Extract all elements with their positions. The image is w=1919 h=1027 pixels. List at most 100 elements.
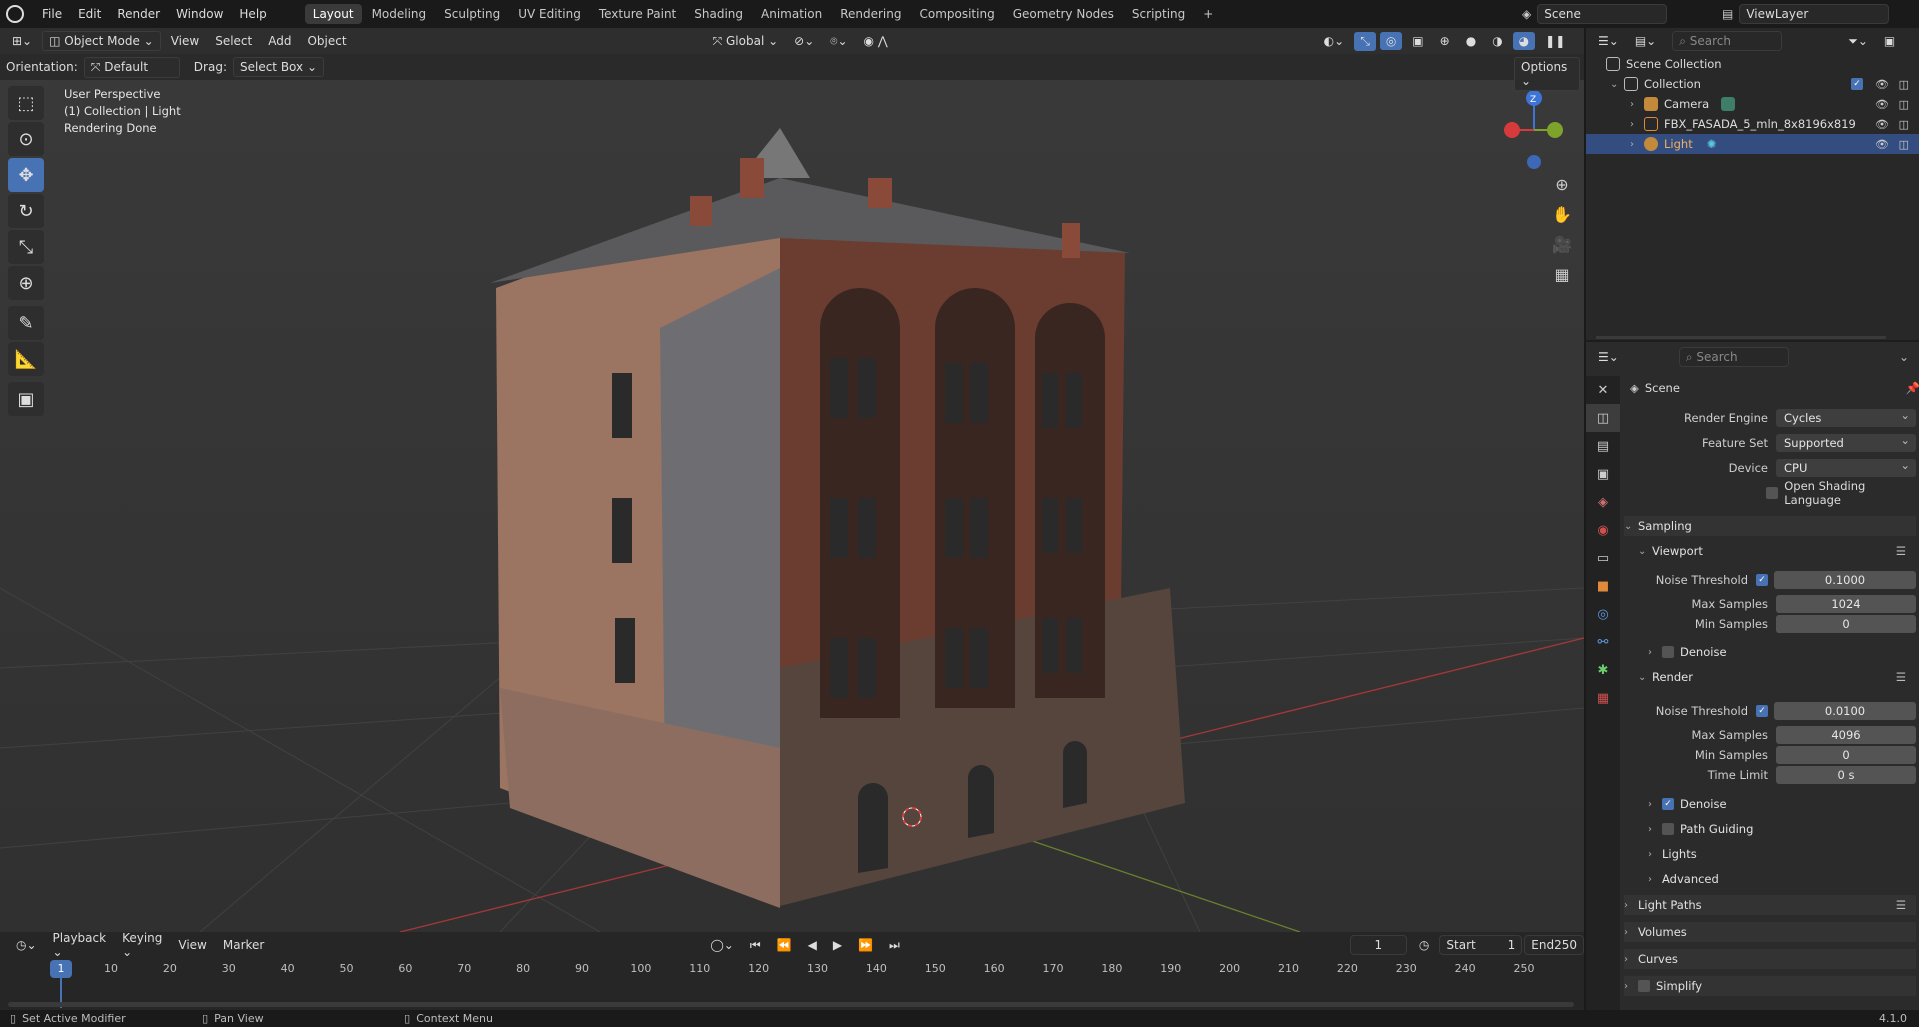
render-engine-dropdown[interactable]: Cycles — [1776, 406, 1916, 427]
shading-rendered-icon[interactable]: ◕ — [1512, 32, 1536, 50]
properties-editor-type-icon[interactable]: ☰⌄ — [1592, 348, 1625, 366]
exclude-checkbox[interactable]: ✓ — [1851, 78, 1863, 90]
advanced-subpanel-header[interactable]: › Advanced — [1648, 869, 1916, 889]
3d-viewport[interactable]: Z ⊞⌄ ◫ Object Mode ⌄ View Select Add Obj… — [0, 28, 1584, 932]
physics-tab-icon[interactable]: ◎ — [1586, 600, 1620, 628]
marker-menu[interactable]: Marker — [217, 936, 270, 954]
expand-chevron-icon[interactable]: › — [1630, 119, 1644, 130]
object-data-tab-icon[interactable]: ✱ — [1586, 656, 1620, 684]
outliner-scrollbar[interactable] — [1596, 336, 1886, 339]
viewport-denoise-checkbox[interactable] — [1662, 646, 1674, 658]
visibility-eye-icon[interactable]: 👁 — [1875, 138, 1889, 151]
visibility-eye-icon[interactable]: 👁 — [1875, 118, 1889, 131]
play-reverse-icon[interactable]: ◀ — [802, 936, 823, 954]
keying-menu[interactable]: Keying ⌄ — [116, 929, 168, 961]
render-denoise-header[interactable]: › ✓ Denoise — [1648, 794, 1916, 814]
measure-tool[interactable]: 📐 — [8, 342, 44, 376]
presets-list-icon[interactable]: ☰ — [1896, 544, 1906, 558]
scene-tab-icon[interactable]: ◈ — [1586, 488, 1620, 516]
blender-logo-icon[interactable] — [6, 5, 24, 23]
path-guiding-header[interactable]: › Path Guiding — [1648, 819, 1916, 839]
menu-window[interactable]: Window — [168, 0, 231, 28]
menu-add[interactable]: Add — [262, 32, 297, 50]
expand-chevron-icon[interactable]: › — [1630, 139, 1644, 150]
gizmo-toggle-icon[interactable]: ⤡ — [1354, 31, 1376, 51]
render-camera-icon[interactable]: ◫ — [1899, 118, 1909, 131]
menu-render[interactable]: Render — [109, 0, 168, 28]
tab-modeling[interactable]: Modeling — [364, 4, 435, 24]
collection-row[interactable]: ⌄ Collection ✓ 👁 ◫ — [1586, 74, 1919, 94]
editor-type-icon[interactable]: ⊞⌄ — [6, 32, 38, 50]
render-noise-checkbox[interactable]: ✓ — [1756, 705, 1768, 717]
overlay-toggle-icon[interactable]: ◎ — [1379, 32, 1403, 50]
pause-render-icon[interactable]: ❚❚ — [1539, 32, 1571, 50]
outliner-item-light[interactable]: › Light ✺ 👁 ◫ — [1586, 134, 1919, 154]
outliner-editor-type-icon[interactable]: ☰⌄ — [1592, 32, 1625, 50]
menu-file[interactable]: File — [34, 0, 70, 28]
view-layer-field[interactable]: ViewLayer — [1739, 4, 1890, 24]
shading-solid-icon[interactable]: ● — [1460, 32, 1482, 50]
mode-dropdown[interactable]: ◫ Object Mode ⌄ — [42, 31, 161, 51]
jump-end-icon[interactable]: ⏭ — [883, 936, 906, 955]
tab-uv-editing[interactable]: UV Editing — [510, 4, 589, 24]
noise-threshold-checkbox[interactable]: ✓ — [1756, 574, 1768, 586]
viewport-max-samples-field[interactable]: 1024 — [1776, 595, 1916, 613]
time-limit-field[interactable]: 0 s — [1776, 766, 1916, 784]
lights-subpanel-header[interactable]: › Lights — [1648, 844, 1916, 864]
viewport-noise-field[interactable]: 0.1000 — [1774, 571, 1916, 589]
texture-tab-icon[interactable]: ▦ — [1586, 684, 1620, 712]
render-noise-field[interactable]: 0.0100 — [1774, 702, 1916, 720]
view-layer-selector[interactable]: ▤ ViewLayer — [1722, 4, 1890, 24]
device-dropdown[interactable]: CPU — [1776, 456, 1916, 477]
visibility-eye-icon[interactable]: 👁 — [1875, 98, 1889, 111]
expand-chevron-icon[interactable]: ⌄ — [1610, 79, 1624, 90]
render-camera-icon[interactable]: ◫ — [1899, 98, 1909, 111]
transform-orientation-dropdown[interactable]: ⤧ Global ⌄ — [707, 32, 785, 51]
display-mode-icon[interactable]: ▤⌄ — [1629, 32, 1662, 50]
timeline-scrollbar[interactable] — [8, 1002, 1574, 1007]
snap-icon[interactable]: ⌾⌄ — [824, 32, 853, 51]
viewport-min-samples-field[interactable]: 0 — [1776, 615, 1916, 633]
output-tab-icon[interactable]: ▤ — [1586, 432, 1620, 460]
scene-field[interactable]: Scene — [1537, 4, 1668, 24]
frame-ruler[interactable]: 10 20 30 40 50 60 70 80 90 100 110 120 130 140 150 160 1… — [0, 958, 1584, 980]
presets-list-icon[interactable]: ☰ — [1896, 898, 1906, 912]
curves-panel-header[interactable]: › Curves — [1624, 949, 1916, 969]
end-frame-field[interactable]: End 250 — [1524, 935, 1584, 955]
tab-rendering[interactable]: Rendering — [832, 4, 909, 24]
cursor-tool[interactable]: ⊙ — [8, 122, 44, 156]
annotate-tool[interactable]: ✎ — [8, 306, 44, 340]
outliner-item-mesh[interactable]: › FBX_FASADA_5_mln_8x8196x819 👁 ◫ — [1586, 114, 1919, 134]
render-min-samples-field[interactable]: 0 — [1776, 746, 1916, 764]
menu-help[interactable]: Help — [231, 0, 274, 28]
render-camera-icon[interactable]: ◫ — [1899, 78, 1909, 91]
new-collection-icon[interactable]: ▣ — [1878, 32, 1901, 50]
render-max-samples-field[interactable]: 4096 — [1776, 726, 1916, 744]
presets-list-icon[interactable]: ☰ — [1896, 670, 1906, 684]
pan-hand-icon[interactable]: ✋ — [1548, 200, 1576, 228]
shading-wireframe-icon[interactable]: ⊕ — [1434, 32, 1456, 50]
select-box-tool[interactable]: ⬚ — [8, 86, 44, 120]
proportional-edit-icon[interactable]: ◉ ⋀ — [858, 32, 894, 50]
expand-chevron-icon[interactable]: › — [1630, 99, 1644, 110]
render-tab-icon[interactable]: ◫ — [1586, 404, 1620, 432]
timeline-view-menu[interactable]: View — [172, 936, 212, 954]
add-cube-tool[interactable]: ▣ — [8, 382, 44, 416]
zoom-icon[interactable]: ⊕ — [1548, 170, 1576, 198]
tab-scripting[interactable]: Scripting — [1124, 4, 1193, 24]
tool-tab-icon[interactable]: ✕ — [1586, 376, 1620, 404]
collection-tab-icon[interactable]: ▭ — [1586, 544, 1620, 572]
tab-compositing[interactable]: Compositing — [911, 4, 1002, 24]
perspective-grid-icon[interactable]: ▦ — [1548, 260, 1576, 288]
options-dropdown[interactable]: Options ⌄ — [1514, 57, 1580, 91]
scale-tool[interactable]: ⤡ — [8, 230, 44, 264]
outliner-search[interactable]: ⌕ Search — [1672, 31, 1783, 51]
current-frame-field[interactable]: 1 — [1349, 935, 1407, 955]
object-tab-icon[interactable]: ■ — [1586, 572, 1620, 600]
camera-view-icon[interactable]: 🎥 — [1548, 230, 1576, 258]
visibility-icon[interactable]: ◐⌄ — [1318, 32, 1351, 50]
move-tool[interactable]: ✥ — [8, 158, 44, 192]
feature-set-dropdown[interactable]: Supported — [1776, 431, 1916, 452]
volumes-panel-header[interactable]: › Volumes — [1624, 922, 1916, 942]
add-workspace-button[interactable]: + — [1195, 4, 1221, 24]
